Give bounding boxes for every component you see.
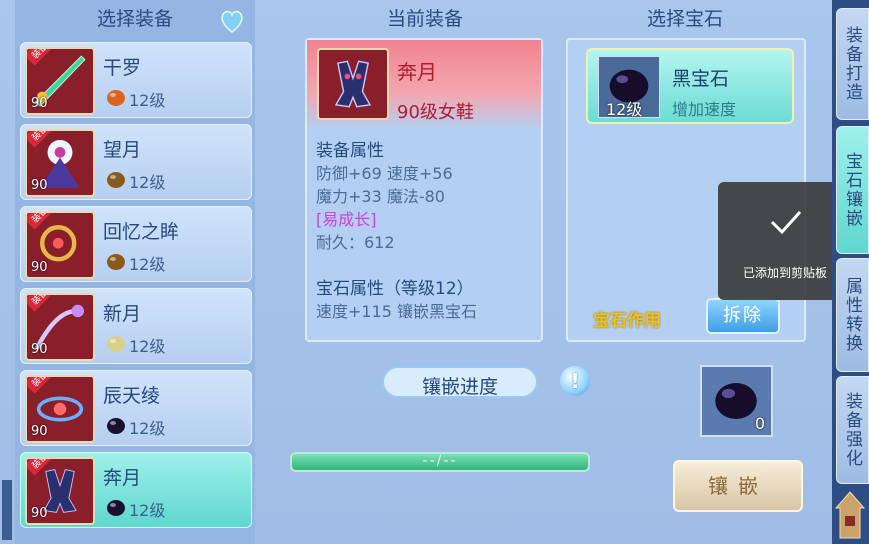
equipment-level: 90 bbox=[31, 424, 48, 439]
heart-icon[interactable] bbox=[218, 6, 246, 36]
gem-level: 12级 bbox=[606, 100, 643, 119]
gem-level: 12级 bbox=[129, 173, 166, 192]
tab-attribute-convert[interactable]: 属性转换 bbox=[836, 258, 869, 372]
gem-icon bbox=[107, 90, 125, 106]
gem-attribute-line: 速度+115 镶嵌黑宝石 bbox=[316, 302, 478, 321]
gem-icon bbox=[107, 336, 125, 352]
equipment-name: 奔月 bbox=[397, 60, 437, 84]
current-equipment-card: 奔月 90级女鞋 装备属性 防御+69 速度+56 魔力+33 魔法-80 [易… bbox=[305, 38, 543, 342]
tab-equipment-enhance[interactable]: 装备强化 bbox=[836, 376, 869, 484]
gem-icon bbox=[107, 254, 125, 270]
equipment-list-item[interactable]: 装备中 90 辰天绫 12级 bbox=[20, 370, 252, 446]
equipment-icon: 装备中 90 bbox=[25, 129, 95, 197]
equipment-icon: 装备中 90 bbox=[25, 47, 95, 115]
equipment-level: 90 bbox=[31, 96, 48, 111]
durability: 耐久：612 bbox=[316, 233, 395, 252]
equipment-name: 新月 bbox=[103, 303, 142, 325]
equipment-icon: 装备中 90 bbox=[25, 375, 95, 443]
inlay-progress-label: 镶嵌进度 bbox=[421, 376, 498, 398]
equipment-name: 奔月 bbox=[103, 467, 142, 489]
gem-level: 12级 bbox=[129, 501, 166, 520]
tab-equipment-forge[interactable]: 装备打造 bbox=[836, 8, 869, 120]
gem-effect-link[interactable]: 宝石作用 bbox=[593, 306, 661, 331]
tab-gem-inlay[interactable]: 宝石镶嵌 bbox=[836, 126, 869, 254]
choose-gem-title: 选择宝石 bbox=[646, 8, 723, 30]
gem-name: 黑宝石 bbox=[672, 68, 730, 90]
equipment-name: 辰天绫 bbox=[103, 385, 161, 407]
growth-attribute: [易成长] bbox=[316, 210, 377, 229]
gem-icon bbox=[107, 500, 125, 516]
gem-level: 12级 bbox=[129, 419, 166, 438]
equipment-icon: 装备中 90 bbox=[25, 211, 95, 279]
gem-level: 12级 bbox=[129, 255, 166, 274]
inlay-progress-bar: --/-- bbox=[290, 452, 590, 472]
gem-icon bbox=[107, 172, 125, 188]
equipment-name: 望月 bbox=[103, 139, 142, 161]
equipment-level: 90 bbox=[31, 178, 48, 193]
equipment-list-item[interactable]: 装备中 90 新月 12级 bbox=[20, 288, 252, 364]
inlay-progress-label-box: 镶嵌进度 bbox=[382, 366, 538, 398]
current-equipment-title: 当前装备 bbox=[386, 8, 463, 30]
attribute-line: 魔力+33 魔法-80 bbox=[316, 187, 445, 206]
equipment-list-item[interactable]: 装备中 90 干罗 12级 bbox=[20, 42, 252, 118]
equipment-icon: 装备中 90 bbox=[25, 293, 95, 361]
equipment-list-item[interactable]: 装备中 90 回忆之眸 12级 bbox=[20, 206, 252, 282]
decoration-icon bbox=[834, 491, 866, 539]
equipment-icon: 装备中 90 bbox=[25, 457, 95, 525]
gem-slot-count: 0 bbox=[754, 414, 765, 433]
decoration-icon bbox=[2, 480, 12, 540]
info-icon[interactable]: ! bbox=[560, 366, 590, 396]
progress-text: --/-- bbox=[422, 453, 458, 469]
equipment-level: 90 bbox=[31, 342, 48, 357]
equipment-attributes-title: 装备属性 bbox=[316, 141, 384, 161]
gem-level: 12级 bbox=[129, 337, 166, 356]
equipment-name: 干罗 bbox=[103, 57, 142, 79]
equipment-level: 90 bbox=[31, 506, 48, 521]
equipment-type: 90级女鞋 bbox=[397, 102, 474, 123]
remove-button[interactable]: 拆除 bbox=[706, 298, 780, 334]
attribute-line: 防御+69 速度+56 bbox=[316, 164, 453, 183]
gem-description: 增加速度 bbox=[672, 100, 737, 119]
gem-entry[interactable]: 12级 黑宝石 增加速度 bbox=[586, 48, 794, 124]
equipment-icon bbox=[317, 48, 389, 120]
equipment-list-item[interactable]: 装备中 90 望月 12级 bbox=[20, 124, 252, 200]
equipment-level: 90 bbox=[31, 260, 48, 275]
equipment-list-item[interactable]: 装备中 90 奔月 12级 bbox=[20, 452, 252, 528]
gem-level: 12级 bbox=[129, 91, 166, 110]
check-icon bbox=[770, 210, 802, 235]
inlay-button[interactable]: 镶嵌 bbox=[673, 460, 803, 512]
gem-slot[interactable]: 0 bbox=[700, 365, 773, 437]
equipment-name: 回忆之眸 bbox=[103, 221, 180, 243]
gem-attributes-title: 宝石属性（等级12） bbox=[316, 279, 474, 299]
gem-icon bbox=[107, 418, 125, 434]
